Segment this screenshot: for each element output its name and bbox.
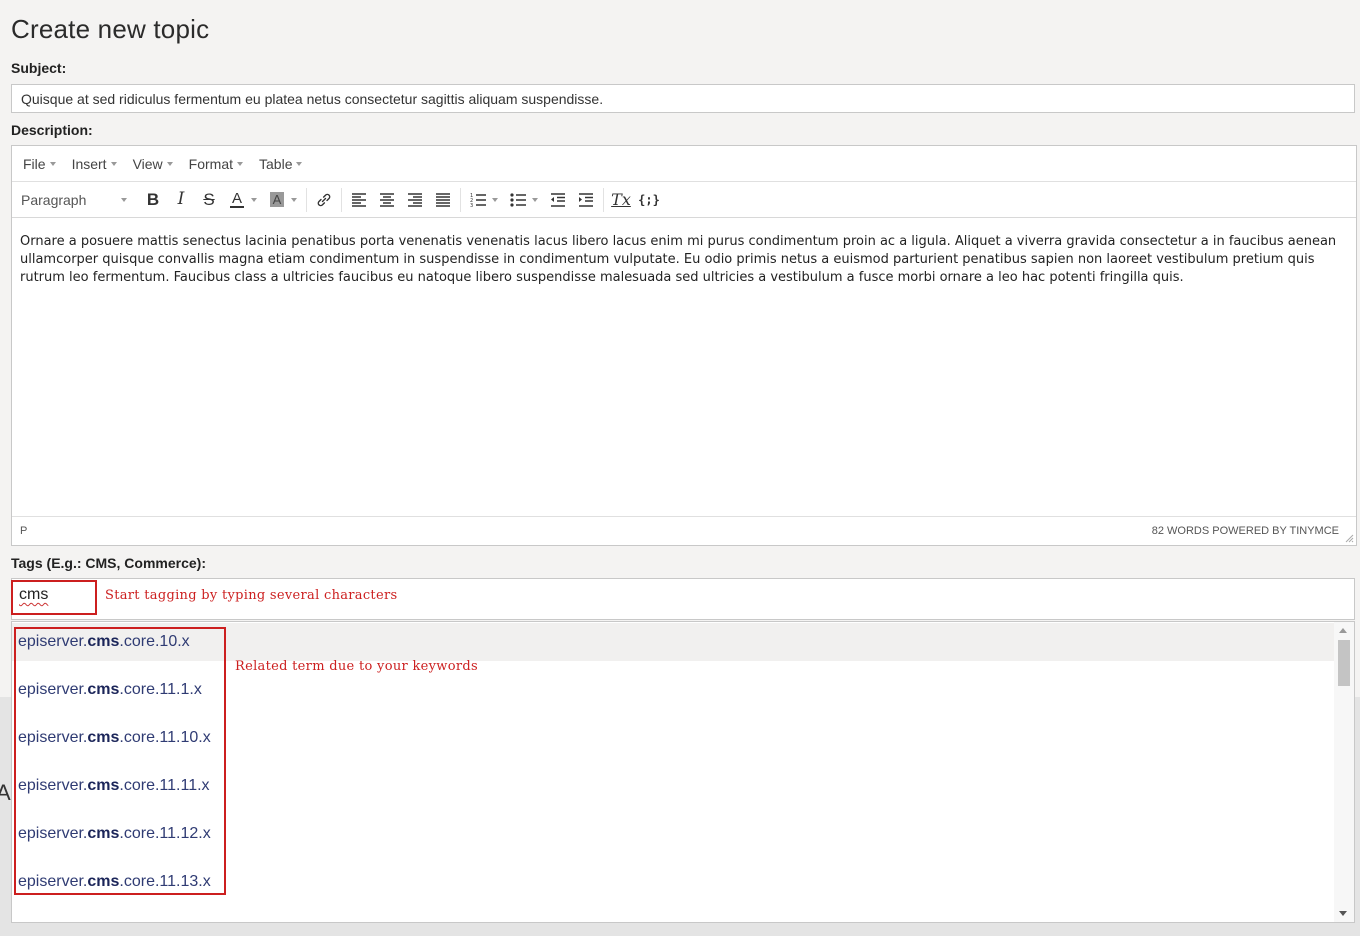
tag-suggestions-dropdown: episerver.cms.core.10.x episerver.cms.co…	[11, 621, 1355, 923]
dropdown-scrollbar[interactable]	[1334, 622, 1354, 922]
toolbar-divider	[341, 187, 342, 212]
description-label: Description:	[11, 122, 93, 138]
page-title: Create new topic	[11, 14, 210, 44]
scroll-down-icon[interactable]	[1339, 911, 1347, 916]
align-justify-button[interactable]	[429, 187, 457, 213]
background-color-button[interactable]: A	[263, 187, 291, 213]
chevron-down-icon	[121, 197, 127, 202]
source-code-icon: {;}	[638, 192, 660, 207]
clear-formatting-icon: Tx	[611, 189, 631, 209]
suggestion-item[interactable]: episerver.cms.core.11.11.x	[12, 767, 1334, 805]
suggestion-item[interactable]: episerver.cms.core.11.12.x	[12, 815, 1334, 853]
align-center-button[interactable]	[373, 187, 401, 213]
rich-text-editor: File Insert View Format Table Paragraph …	[11, 145, 1357, 546]
clear-formatting-button[interactable]: Tx	[607, 187, 635, 213]
tags-label: Tags (E.g.: CMS, Commerce):	[11, 555, 206, 571]
word-count: 82 WORDS POWERED BY TINYMCE	[1151, 525, 1339, 537]
tag-input[interactable]: cms	[19, 586, 48, 604]
suggestion-item[interactable]: episerver.cms.core.11.1.x	[12, 671, 1334, 709]
editor-statusbar: P 82 WORDS POWERED BY TINYMCE	[12, 516, 1356, 545]
editor-content[interactable]: Ornare a posuere mattis senectus lacinia…	[12, 218, 1356, 517]
chevron-down-icon[interactable]	[492, 197, 498, 202]
outdent-button[interactable]	[544, 187, 572, 213]
bold-button[interactable]: B	[139, 187, 167, 213]
strikethrough-button[interactable]: S	[195, 187, 223, 213]
suggestion-item[interactable]: episerver.cms.core.11.13.x	[12, 863, 1334, 901]
italic-button[interactable]: I	[167, 187, 195, 213]
suggestion-item[interactable]: episerver.cms.core.10.x	[12, 623, 1334, 661]
chevron-down-icon	[166, 161, 173, 166]
align-justify-icon	[436, 192, 450, 207]
indent-icon	[579, 192, 593, 207]
chevron-down-icon[interactable]	[532, 197, 538, 202]
numbered-list-button[interactable]: 123	[464, 187, 492, 213]
align-right-button[interactable]	[401, 187, 429, 213]
toolbar-divider	[460, 187, 461, 212]
resize-handle-icon[interactable]	[1345, 534, 1354, 543]
editor-menubar: File Insert View Format Table	[12, 146, 1356, 182]
chevron-down-icon[interactable]	[251, 197, 257, 202]
text-color-button[interactable]: A	[223, 187, 251, 213]
chevron-down-icon	[237, 161, 244, 166]
editor-toolbar: Paragraph B I S A A 1 2 3 Tx {;}	[12, 182, 1356, 218]
bullet-list-split-button[interactable]	[504, 187, 544, 213]
align-right-icon	[408, 192, 422, 207]
bullet-list-icon	[510, 192, 526, 207]
subject-label: Subject:	[11, 60, 67, 76]
chevron-down-icon	[296, 161, 303, 166]
source-code-button[interactable]: {;}	[635, 187, 663, 213]
block-format-select[interactable]: Paragraph	[15, 192, 133, 208]
partial-background-text: A	[0, 780, 11, 805]
align-left-icon	[352, 192, 366, 207]
chevron-down-icon	[110, 161, 117, 166]
toolbar-divider	[306, 187, 307, 212]
element-path[interactable]: P	[20, 525, 27, 537]
subject-input[interactable]	[11, 84, 1355, 113]
bullet-list-button[interactable]	[504, 187, 532, 213]
scroll-up-icon[interactable]	[1339, 628, 1347, 633]
text-color-split-button[interactable]: A	[223, 187, 263, 213]
suggestion-item[interactable]: episerver.cms.core.11.10.x	[12, 719, 1334, 757]
insert-link-button[interactable]	[310, 187, 338, 213]
annotation-related-terms: Related term due to your keywords	[235, 659, 478, 674]
numbered-list-icon: 123	[470, 193, 486, 208]
outdent-icon	[551, 192, 565, 207]
menu-file[interactable]: File	[15, 156, 64, 172]
chevron-down-icon	[49, 161, 56, 166]
menu-view[interactable]: View	[125, 156, 181, 172]
toolbar-divider	[603, 187, 604, 212]
align-left-button[interactable]	[345, 187, 373, 213]
scroll-thumb[interactable]	[1338, 640, 1350, 686]
link-icon	[317, 193, 331, 206]
menu-format[interactable]: Format	[181, 156, 251, 172]
background-color-split-button[interactable]: A	[263, 187, 303, 213]
align-center-icon	[380, 192, 394, 207]
menu-insert[interactable]: Insert	[64, 156, 125, 172]
chevron-down-icon[interactable]	[291, 197, 297, 202]
svg-text:3: 3	[470, 203, 473, 208]
indent-button[interactable]	[572, 187, 600, 213]
annotation-tagging-hint: Start tagging by typing several characte…	[105, 588, 398, 603]
numbered-list-split-button[interactable]: 123	[464, 187, 504, 213]
menu-table[interactable]: Table	[251, 156, 310, 172]
